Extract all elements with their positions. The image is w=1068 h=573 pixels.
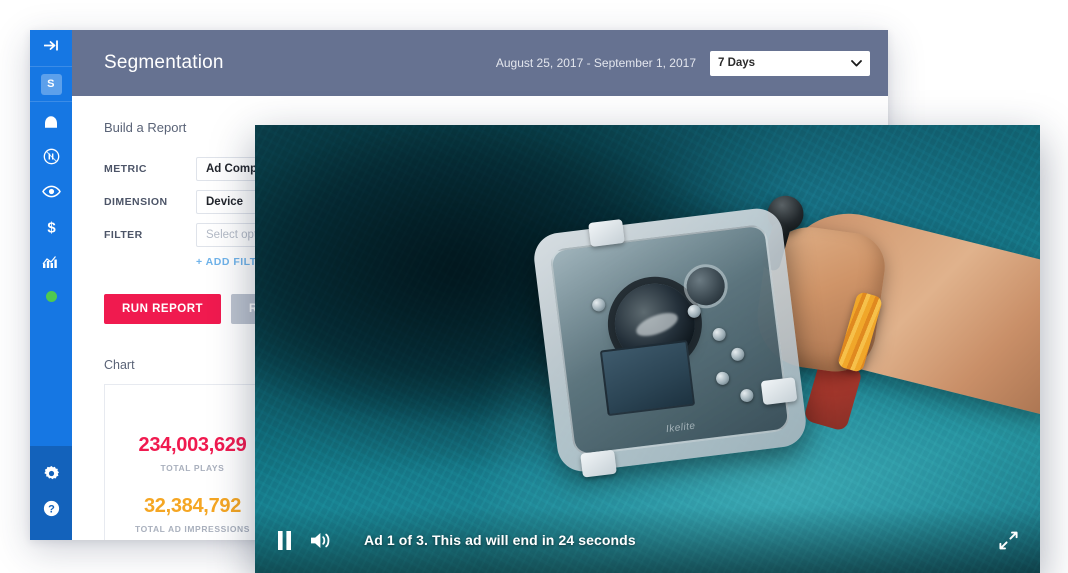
sidebar-item-help[interactable]: ?	[30, 491, 72, 526]
target-circle-icon	[43, 148, 60, 165]
sidebar-item-segmentation[interactable]: S	[30, 67, 72, 102]
sidebar-item-analytics[interactable]	[30, 244, 72, 279]
metric-label: METRIC	[104, 163, 147, 175]
housing-control-knob	[591, 297, 606, 313]
dollar-icon: $	[45, 218, 58, 236]
green-dot-icon	[45, 291, 57, 302]
collapse-panel-icon	[43, 39, 59, 57]
app-header: Segmentation August 25, 2017 - September…	[72, 30, 888, 96]
fullscreen-expand-icon[interactable]	[999, 531, 1018, 550]
housing-clamp	[588, 218, 625, 247]
svg-text:?: ?	[48, 504, 55, 516]
screenshot-stage: S $ ? Segmentation August 25, 2017 - Sep…	[0, 0, 1068, 573]
camera-mode-dial	[684, 265, 727, 308]
video-scene-underwater: Ikelite	[255, 125, 1040, 573]
run-report-button[interactable]: RUN REPORT	[104, 294, 222, 324]
home-icon	[43, 115, 59, 129]
camera-lcd-screen	[599, 339, 696, 417]
total-ad-impressions-value: 32,384,792	[143, 495, 242, 517]
housing-control-knob	[715, 371, 730, 386]
total-plays-value: 234,003,629	[138, 434, 247, 456]
bar-chart-icon	[42, 255, 60, 269]
pause-icon[interactable]	[277, 530, 292, 550]
date-range-label: August 25, 2017 - September 1, 2017	[495, 56, 696, 70]
housing-clamp	[580, 449, 617, 478]
sidebar-item-revenue[interactable]: $	[30, 209, 72, 244]
date-range-select[interactable]: 7 Days	[710, 50, 870, 76]
sidebar-item-home[interactable]	[30, 104, 72, 139]
volume-on-icon[interactable]	[310, 531, 332, 550]
video-player[interactable]: Ikelite Ad 1 of 3. This ad will end in 2…	[255, 125, 1040, 573]
filter-label: FILTER	[104, 229, 143, 241]
chevron-down-icon	[851, 54, 862, 72]
video-control-bar: Ad 1 of 3. This ad will end in 24 second…	[255, 507, 1040, 573]
underwater-camera-housing: Ikelite	[531, 205, 809, 478]
sidebar-item-status[interactable]	[30, 279, 72, 314]
svg-text:$: $	[47, 219, 56, 236]
housing-control-knob	[711, 327, 727, 342]
housing-control-knob	[739, 388, 755, 403]
gear-icon	[43, 465, 60, 482]
eye-icon	[41, 185, 61, 198]
page-title: Segmentation	[104, 52, 224, 73]
housing-brand-label: Ikelite	[665, 420, 697, 436]
date-range-select-value: 7 Days	[718, 57, 756, 69]
ad-status-text: Ad 1 of 3. This ad will end in 24 second…	[364, 532, 636, 548]
housing-glass-window: Ikelite	[549, 223, 791, 457]
sidebar-item-views[interactable]	[30, 174, 72, 209]
header-right-controls: August 25, 2017 - September 1, 2017 7 Da…	[495, 50, 870, 76]
sidebar-active-badge: S	[40, 73, 62, 95]
sidebar-item-audience[interactable]	[30, 139, 72, 174]
sidebar-item-settings[interactable]	[30, 456, 72, 491]
sidebar-footer: ?	[30, 446, 72, 540]
housing-clamp	[760, 377, 798, 406]
question-circle-icon: ?	[43, 500, 60, 517]
sidebar-nav: $	[30, 102, 72, 446]
dimension-label: DIMENSION	[104, 196, 168, 208]
total-ad-impressions-caption: TOTAL AD IMPRESSIONS	[134, 524, 251, 534]
housing-control-knob	[686, 304, 702, 319]
sidebar-collapse-button[interactable]	[30, 30, 72, 67]
total-plays-caption: TOTAL PLAYS	[160, 463, 225, 473]
sidebar: S $ ?	[30, 30, 72, 540]
housing-control-knob	[730, 347, 745, 362]
